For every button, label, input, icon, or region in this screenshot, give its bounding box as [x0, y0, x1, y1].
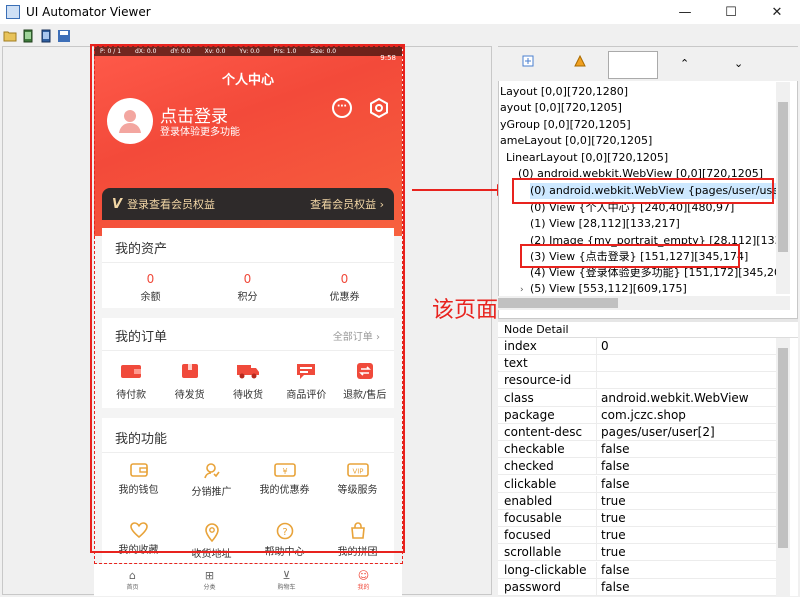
highlight-box-tree-login — [520, 244, 740, 268]
detail-key: class — [504, 390, 534, 405]
detail-key: scrollable — [504, 545, 562, 560]
detail-value: false — [596, 578, 630, 596]
detail-row-clickable[interactable]: clickable false — [498, 475, 778, 493]
tree-node[interactable]: (1) View [28,112][133,217] — [530, 216, 680, 232]
chevron-up-icon[interactable]: ⌃ — [680, 57, 689, 70]
bottom-tab-bar: ⌂ 首页 ⊞ 分类 ⊻ 购物车 ☺ 我的 — [94, 563, 402, 596]
detail-key: content-desc — [504, 425, 583, 439]
detail-key: checkable — [504, 442, 565, 457]
detail-key: clickable — [504, 476, 557, 491]
detail-value: pages/user/user[2] — [596, 424, 715, 441]
detail-row-checkable[interactable]: checkable false — [498, 441, 778, 459]
open-folder-icon[interactable] — [2, 28, 18, 44]
tree-horizontal-scrollbar[interactable] — [498, 296, 790, 310]
user-icon: ☺ — [357, 569, 370, 582]
detail-key: resource-id — [504, 373, 572, 388]
detail-value: true — [596, 544, 626, 562]
detail-key: checked — [504, 459, 554, 474]
window-title: UI Automator Viewer — [26, 5, 151, 19]
detail-row-enabled[interactable]: enabled true — [498, 492, 778, 510]
home-icon: ⌂ — [129, 569, 136, 582]
warning-icon[interactable] — [574, 54, 586, 70]
detail-value — [596, 372, 601, 390]
tree-node[interactable]: (5) View [553,112][609,175] — [530, 281, 687, 294]
detail-value: true — [596, 510, 626, 527]
detail-key: password — [504, 579, 561, 594]
detail-vertical-scrollbar[interactable] — [776, 338, 790, 596]
chevron-down-icon[interactable]: ⌄ — [734, 57, 743, 70]
tab-mine[interactable]: ☺ 我的 — [325, 564, 402, 596]
detail-row-text[interactable]: text — [498, 355, 778, 373]
close-button[interactable]: ✕ — [754, 0, 800, 24]
hierarchy-toolbar: ⌃ ⌄ — [498, 47, 798, 81]
tree-node[interactable]: Layout [0,0][720,1280] — [500, 84, 628, 100]
device-screenshot-compressed-icon[interactable] — [38, 28, 54, 44]
detail-value: com.jczc.shop — [596, 406, 686, 424]
detail-key: long-clickable — [504, 562, 587, 577]
detail-key: index — [504, 339, 537, 353]
detail-value: true — [596, 492, 626, 510]
detail-row-content-desc[interactable]: content-desc pages/user/user[2] — [498, 424, 778, 441]
expand-all-icon[interactable] — [522, 55, 534, 70]
detail-key: enabled — [504, 493, 553, 508]
detail-row-class[interactable]: class android.webkit.WebView — [498, 389, 778, 407]
detail-row-long-clickable[interactable]: long-clickable false — [498, 561, 778, 579]
detail-key: text — [504, 356, 528, 371]
detail-row-package[interactable]: package com.jczc.shop — [498, 406, 778, 424]
detail-value: false — [596, 561, 630, 579]
detail-row-focused[interactable]: focused true — [498, 527, 778, 545]
tree-vertical-scrollbar[interactable] — [776, 82, 790, 294]
detail-row-index[interactable]: index 0 — [498, 338, 778, 355]
category-icon: ⊞ — [204, 569, 215, 582]
tab-cart[interactable]: ⊻ 购物车 — [248, 564, 325, 596]
detail-value: false — [596, 441, 630, 459]
detail-value: 0 — [596, 338, 609, 355]
expand-chevron-icon[interactable]: › — [520, 285, 524, 294]
detail-key: focused — [504, 528, 552, 543]
tab-home[interactable]: ⌂ 首页 — [94, 564, 171, 596]
detail-value: false — [596, 475, 630, 493]
detail-row-resource-id[interactable]: resource-id — [498, 372, 778, 390]
main-toolbar — [0, 26, 800, 46]
cart-icon: ⊻ — [282, 569, 291, 582]
detail-value: true — [596, 527, 626, 545]
node-detail-header: Node Detail — [498, 322, 798, 338]
detail-key: package — [504, 407, 555, 422]
annotation-arrow — [412, 189, 502, 191]
highlight-box-webview — [90, 44, 405, 553]
title-bar: UI Automator Viewer — ☐ ✕ — [0, 0, 800, 24]
detail-row-focusable[interactable]: focusable true — [498, 510, 778, 527]
minimize-button[interactable]: — — [662, 0, 708, 24]
tree-node[interactable]: yGroup [0,0][720,1205] — [500, 117, 631, 133]
tab-category[interactable]: ⊞ 分类 — [171, 564, 248, 596]
app-icon — [6, 5, 20, 19]
detail-value: false — [596, 458, 630, 476]
tree-node[interactable]: ameLayout [0,0][720,1205] — [500, 133, 652, 149]
maximize-button[interactable]: ☐ — [708, 0, 754, 24]
detail-row-scrollable[interactable]: scrollable true — [498, 544, 778, 562]
tree-node[interactable]: ayout [0,0][720,1205] — [500, 100, 622, 116]
save-icon[interactable] — [56, 28, 72, 44]
highlight-box-tree-webview — [512, 178, 774, 204]
detail-row-checked[interactable]: checked false — [498, 458, 778, 476]
detail-key: focusable — [504, 511, 562, 525]
device-screenshot-icon[interactable] — [20, 28, 36, 44]
detail-value — [596, 355, 601, 373]
detail-value: android.webkit.WebView — [596, 389, 749, 407]
detail-row-password[interactable]: password false — [498, 578, 778, 596]
hierarchy-search-field[interactable] — [608, 51, 658, 79]
tree-node[interactable]: LinearLayout [0,0][720,1205] — [506, 150, 668, 166]
